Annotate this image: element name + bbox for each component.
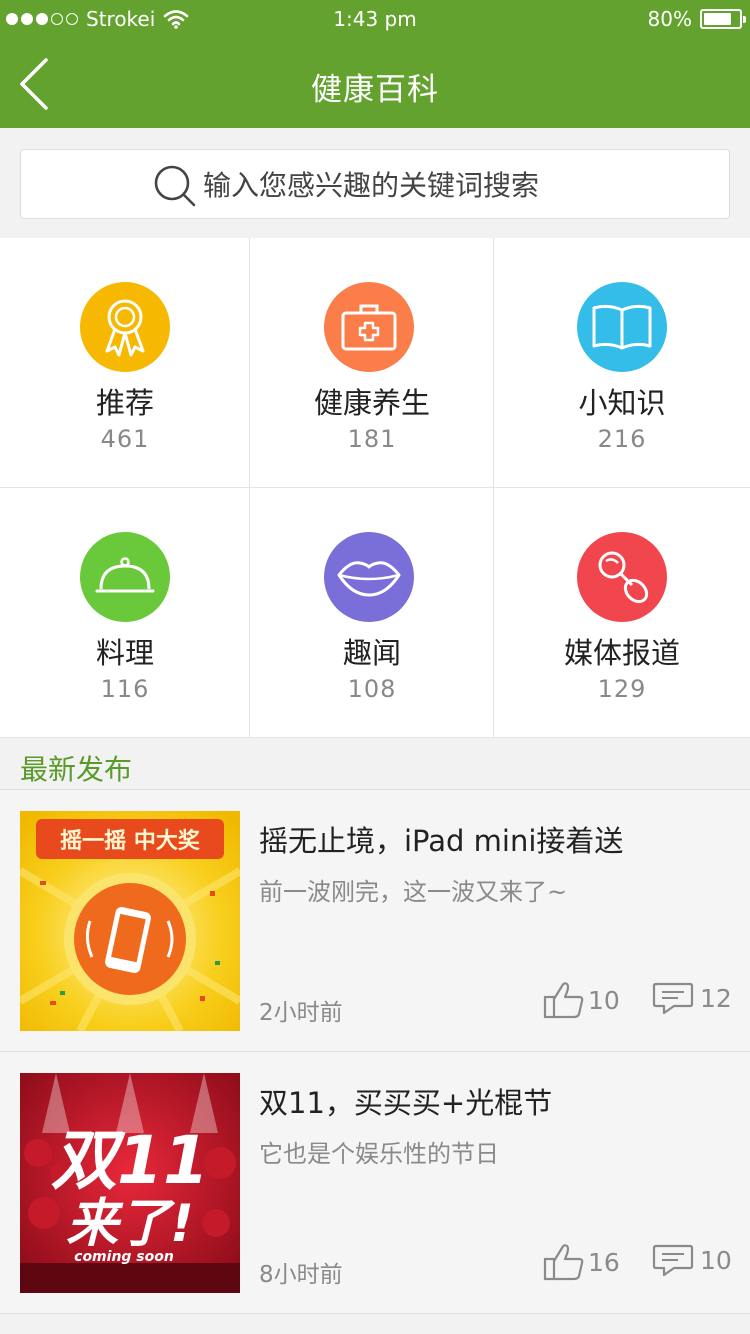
category-recommend[interactable]: 推荐 461 [0,238,250,488]
list-item[interactable]: 双11 来了! coming soon 双11，买买买+光棍节 它也是个娱乐性的… [0,1052,750,1314]
category-icon-bg [577,532,667,622]
comment-icon [652,1244,694,1277]
category-icon-bg [324,532,414,622]
page-title: 健康百科 [311,72,439,108]
thumbnail-main-text: 双11 [51,1122,209,1199]
comment-button[interactable]: 10 [652,1242,732,1278]
category-name: 健康养生 [313,386,430,420]
category-name: 推荐 [95,386,154,420]
category-count: 116 [100,675,150,703]
category-icon-bg [80,282,170,372]
cloche-icon [95,557,155,593]
section-title: 最新发布 [20,753,133,786]
comment-count: 12 [700,983,732,1013]
status-bar: Strokei 1:43 pm 80% [0,0,750,40]
category-count: 181 [347,425,397,453]
search-input[interactable] [203,158,703,212]
category-count: 129 [597,675,647,703]
search-section [0,128,750,238]
like-count: 10 [588,985,620,1015]
list-item[interactable]: 摇一摇 中大奖 摇无止境，iPad mini接着送 前一波刚完，这一波又来了~ … [0,790,750,1052]
category-name: 趣闻 [342,636,401,670]
comment-count: 10 [700,1245,732,1275]
category-count: 461 [100,425,150,453]
article-desc: 前一波刚完，这一波又来了~ [259,878,568,906]
category-health[interactable]: 健康养生 181 [250,238,494,488]
comment-icon [652,982,694,1015]
article-thumbnail: 摇一摇 中大奖 [20,811,240,1031]
category-name: 媒体报道 [563,636,680,670]
status-right: 80% [647,7,746,31]
search-icon [154,165,196,207]
like-button[interactable]: 16 [542,1242,620,1282]
nav-bar: 健康百科 [0,40,750,128]
article-thumbnail: 双11 来了! coming soon [20,1073,240,1293]
category-count: 108 [347,675,397,703]
thumbs-up-icon [543,982,584,1019]
like-count: 16 [588,1247,620,1277]
category-icon-bg [324,282,414,372]
category-count: 216 [597,425,647,453]
search-box[interactable] [20,149,730,219]
battery-icon [700,9,746,29]
thumbnail-sub-text: 来了! [66,1194,194,1254]
book-icon [592,304,652,350]
comment-button[interactable]: 12 [652,980,732,1016]
pacifier-icon [598,551,649,604]
category-icon-bg [80,532,170,622]
category-tips[interactable]: 小知识 216 [494,238,750,488]
category-anecdotes[interactable]: 趣闻 108 [250,488,494,738]
category-grid: 推荐 461 健康养生 181 小知识 216 料理 116 趣闻 108 媒体… [0,238,750,738]
category-name: 小知识 [578,386,666,420]
category-icon-bg [577,282,667,372]
article-time: 2小时前 [259,1000,343,1026]
article-desc: 它也是个娱乐性的节日 [259,1140,499,1168]
battery-percent: 80% [647,7,692,31]
category-media[interactable]: 媒体报道 129 [494,488,750,738]
article-time: 8小时前 [259,1262,343,1288]
lips-icon [337,561,401,597]
like-button[interactable]: 10 [542,980,620,1020]
top-bar: Strokei 1:43 pm 80% 健康百科 [0,0,750,128]
thumbnail-text: 摇一摇 中大奖 [60,828,201,854]
thumbs-up-icon [543,1244,584,1281]
ribbon-icon [105,299,145,357]
category-name: 料理 [95,636,154,670]
article-title: 双11，买买买+光棍节 [259,1086,553,1120]
article-title: 摇无止境，iPad mini接着送 [259,824,624,858]
category-cooking[interactable]: 料理 116 [0,488,250,738]
status-time: 1:43 pm [333,7,417,31]
medical-kit-icon [341,304,397,351]
thumbnail-en-text: coming soon [74,1249,174,1265]
